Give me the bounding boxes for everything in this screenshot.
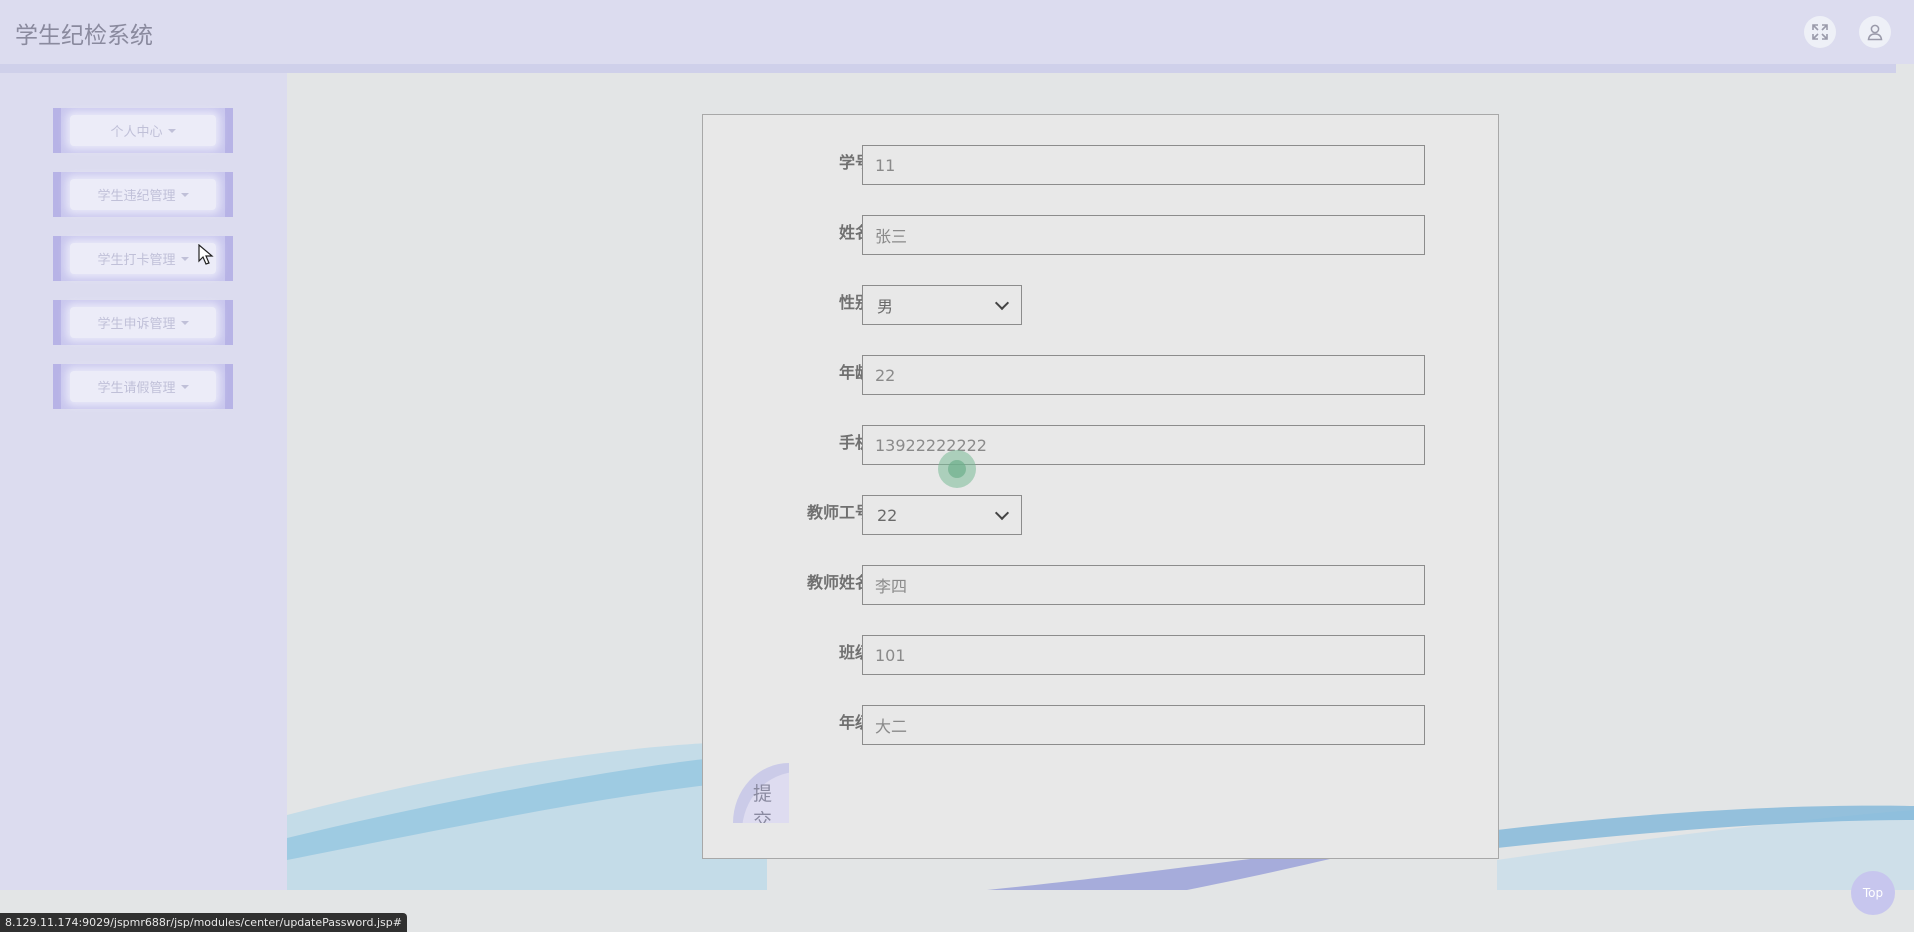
chevron-down-icon xyxy=(994,295,1010,311)
app-title: 学生纪检系统 xyxy=(15,23,153,49)
field-label-phone: 手机 xyxy=(838,433,871,452)
sidebar-item-label: 个人中心 xyxy=(110,125,163,140)
grade-input[interactable]: 大二 xyxy=(862,705,1425,745)
gender-value: 男 xyxy=(877,297,894,316)
back-to-top-button[interactable]: Top xyxy=(1851,871,1895,915)
submit-button[interactable]: 提交 xyxy=(733,763,789,823)
student-id-value: 11 xyxy=(875,155,896,175)
name-input[interactable]: 张三 xyxy=(862,215,1425,255)
click-indicator xyxy=(938,450,976,488)
age-input[interactable]: 22 xyxy=(862,355,1425,395)
class-value: 101 xyxy=(875,645,906,665)
field-label-teacher-id: 教师工号 xyxy=(806,503,871,522)
caret-down-icon xyxy=(167,128,176,133)
class-input[interactable]: 101 xyxy=(862,635,1425,675)
teacher-id-value: 22 xyxy=(877,505,898,525)
field-label-gender: 性别 xyxy=(838,293,871,312)
field-label-age: 年龄 xyxy=(838,363,871,382)
user-button[interactable] xyxy=(1859,16,1891,48)
teacher-name-value: 李四 xyxy=(875,577,908,596)
sidebar-item-label: 学生申诉管理 xyxy=(97,317,176,332)
age-value: 22 xyxy=(875,365,896,385)
sidebar-item-label: 学生违纪管理 xyxy=(97,189,176,204)
sidebar-item-discipline[interactable]: 学生违纪管理 xyxy=(53,172,233,217)
status-bar-url: 8.129.11.174:9029/jspmr688r/jsp/modules/… xyxy=(0,913,407,932)
sidebar-item-leave[interactable]: 学生请假管理 xyxy=(53,364,233,409)
gender-select[interactable]: 男 xyxy=(862,285,1022,325)
sidebar-item-appeal[interactable]: 学生申诉管理 xyxy=(53,300,233,345)
field-label-name: 姓名 xyxy=(838,223,871,242)
submit-label: 提交 xyxy=(753,783,773,823)
expand-icon xyxy=(1812,24,1828,40)
teacher-name-input[interactable]: 李四 xyxy=(862,565,1425,605)
teacher-id-select[interactable]: 22 xyxy=(862,495,1022,535)
name-value: 张三 xyxy=(875,227,908,246)
chevron-down-icon xyxy=(994,505,1010,521)
field-label-grade: 年级 xyxy=(838,713,871,732)
caret-down-icon xyxy=(180,320,189,325)
fullscreen-button[interactable] xyxy=(1804,16,1836,48)
phone-value: 13922222222 xyxy=(875,435,987,455)
field-label-class: 班级 xyxy=(838,643,871,662)
sidebar-item-label: 学生请假管理 xyxy=(97,381,176,396)
grade-value: 大二 xyxy=(875,717,908,736)
back-to-top-label: Top xyxy=(1862,886,1884,900)
app-header: 学生纪检系统 xyxy=(0,0,1914,64)
caret-down-icon xyxy=(180,192,189,197)
sidebar-item-label: 学生打卡管理 xyxy=(97,253,176,268)
field-label-student-id: 学号 xyxy=(838,153,871,172)
mouse-cursor-icon xyxy=(198,244,214,265)
caret-down-icon xyxy=(180,256,189,261)
field-label-teacher-name: 教师姓名 xyxy=(806,573,871,592)
student-id-input[interactable]: 11 xyxy=(862,145,1425,185)
caret-down-icon xyxy=(180,384,189,389)
profile-form: 学号 11 姓名 张三 性别 男 年龄 22 手机 13922222222 教师… xyxy=(702,114,1499,859)
sidebar-item-personal-center[interactable]: 个人中心 xyxy=(53,108,233,153)
header-divider xyxy=(0,64,1896,73)
user-icon xyxy=(1867,24,1883,41)
